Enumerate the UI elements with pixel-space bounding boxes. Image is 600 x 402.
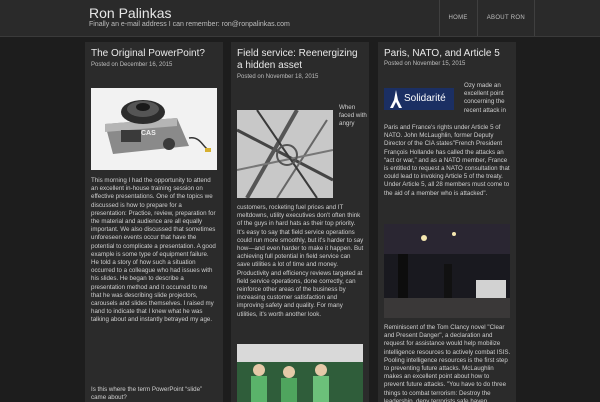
post-excerpt: This morning I had the opportunity to at…	[91, 177, 216, 324]
site-description: Finally an e-mail address I can remember…	[89, 21, 290, 28]
site-title[interactable]: Ron Palinkas	[89, 5, 172, 21]
slide-projector-image[interactable]: CAS	[91, 88, 217, 170]
workers-photo[interactable]	[237, 344, 363, 402]
post-date: Posted on November 15, 2015	[384, 61, 466, 67]
post-date: Posted on December 16, 2015	[91, 62, 173, 68]
post-excerpt-lead: Ozy made an excellent point concerning t…	[464, 82, 506, 114]
post-card-powerpoint: The Original PowerPoint? Posted on Decem…	[85, 42, 223, 402]
workers-photo-icon	[237, 344, 363, 402]
post-excerpt: Paris and France's rights under Article …	[384, 124, 510, 197]
nav-about-ron[interactable]: ABOUT RON	[476, 0, 535, 36]
post-title[interactable]: The Original PowerPoint?	[91, 48, 219, 60]
post-title[interactable]: Field service: Reenergizing a hidden ass…	[237, 48, 365, 72]
power-tower-icon	[236, 109, 334, 199]
utility-tower-image[interactable]	[236, 109, 334, 199]
eiffel-tower-icon	[390, 90, 402, 108]
paris-night-icon	[384, 224, 510, 318]
post-excerpt-lead: When faced with angry	[339, 104, 367, 128]
post-excerpt-continued: Reminiscent of the Tom Clancy novel "Cle…	[384, 324, 511, 402]
solidarite-badge[interactable]: Solidarité	[384, 88, 454, 110]
post-excerpt: customers, rocketing fuel prices and IT …	[237, 204, 364, 318]
post-title[interactable]: Paris, NATO, and Article 5	[384, 48, 512, 60]
paris-night-photo[interactable]	[384, 224, 510, 318]
main-nav: HOME ABOUT RON	[438, 0, 535, 36]
projector-brand-label: CAS	[141, 130, 156, 137]
solidarite-label: Solidarité	[404, 93, 446, 104]
site-header: Ron Palinkas Finally an e-mail address I…	[0, 0, 600, 37]
post-card-field-service: Field service: Reenergizing a hidden ass…	[231, 42, 369, 402]
post-card-paris-nato: Paris, NATO, and Article 5 Posted on Nov…	[378, 42, 516, 402]
post-date: Posted on November 18, 2015	[237, 74, 319, 80]
slide-projector-icon	[91, 88, 217, 170]
nav-home[interactable]: HOME	[438, 0, 477, 36]
